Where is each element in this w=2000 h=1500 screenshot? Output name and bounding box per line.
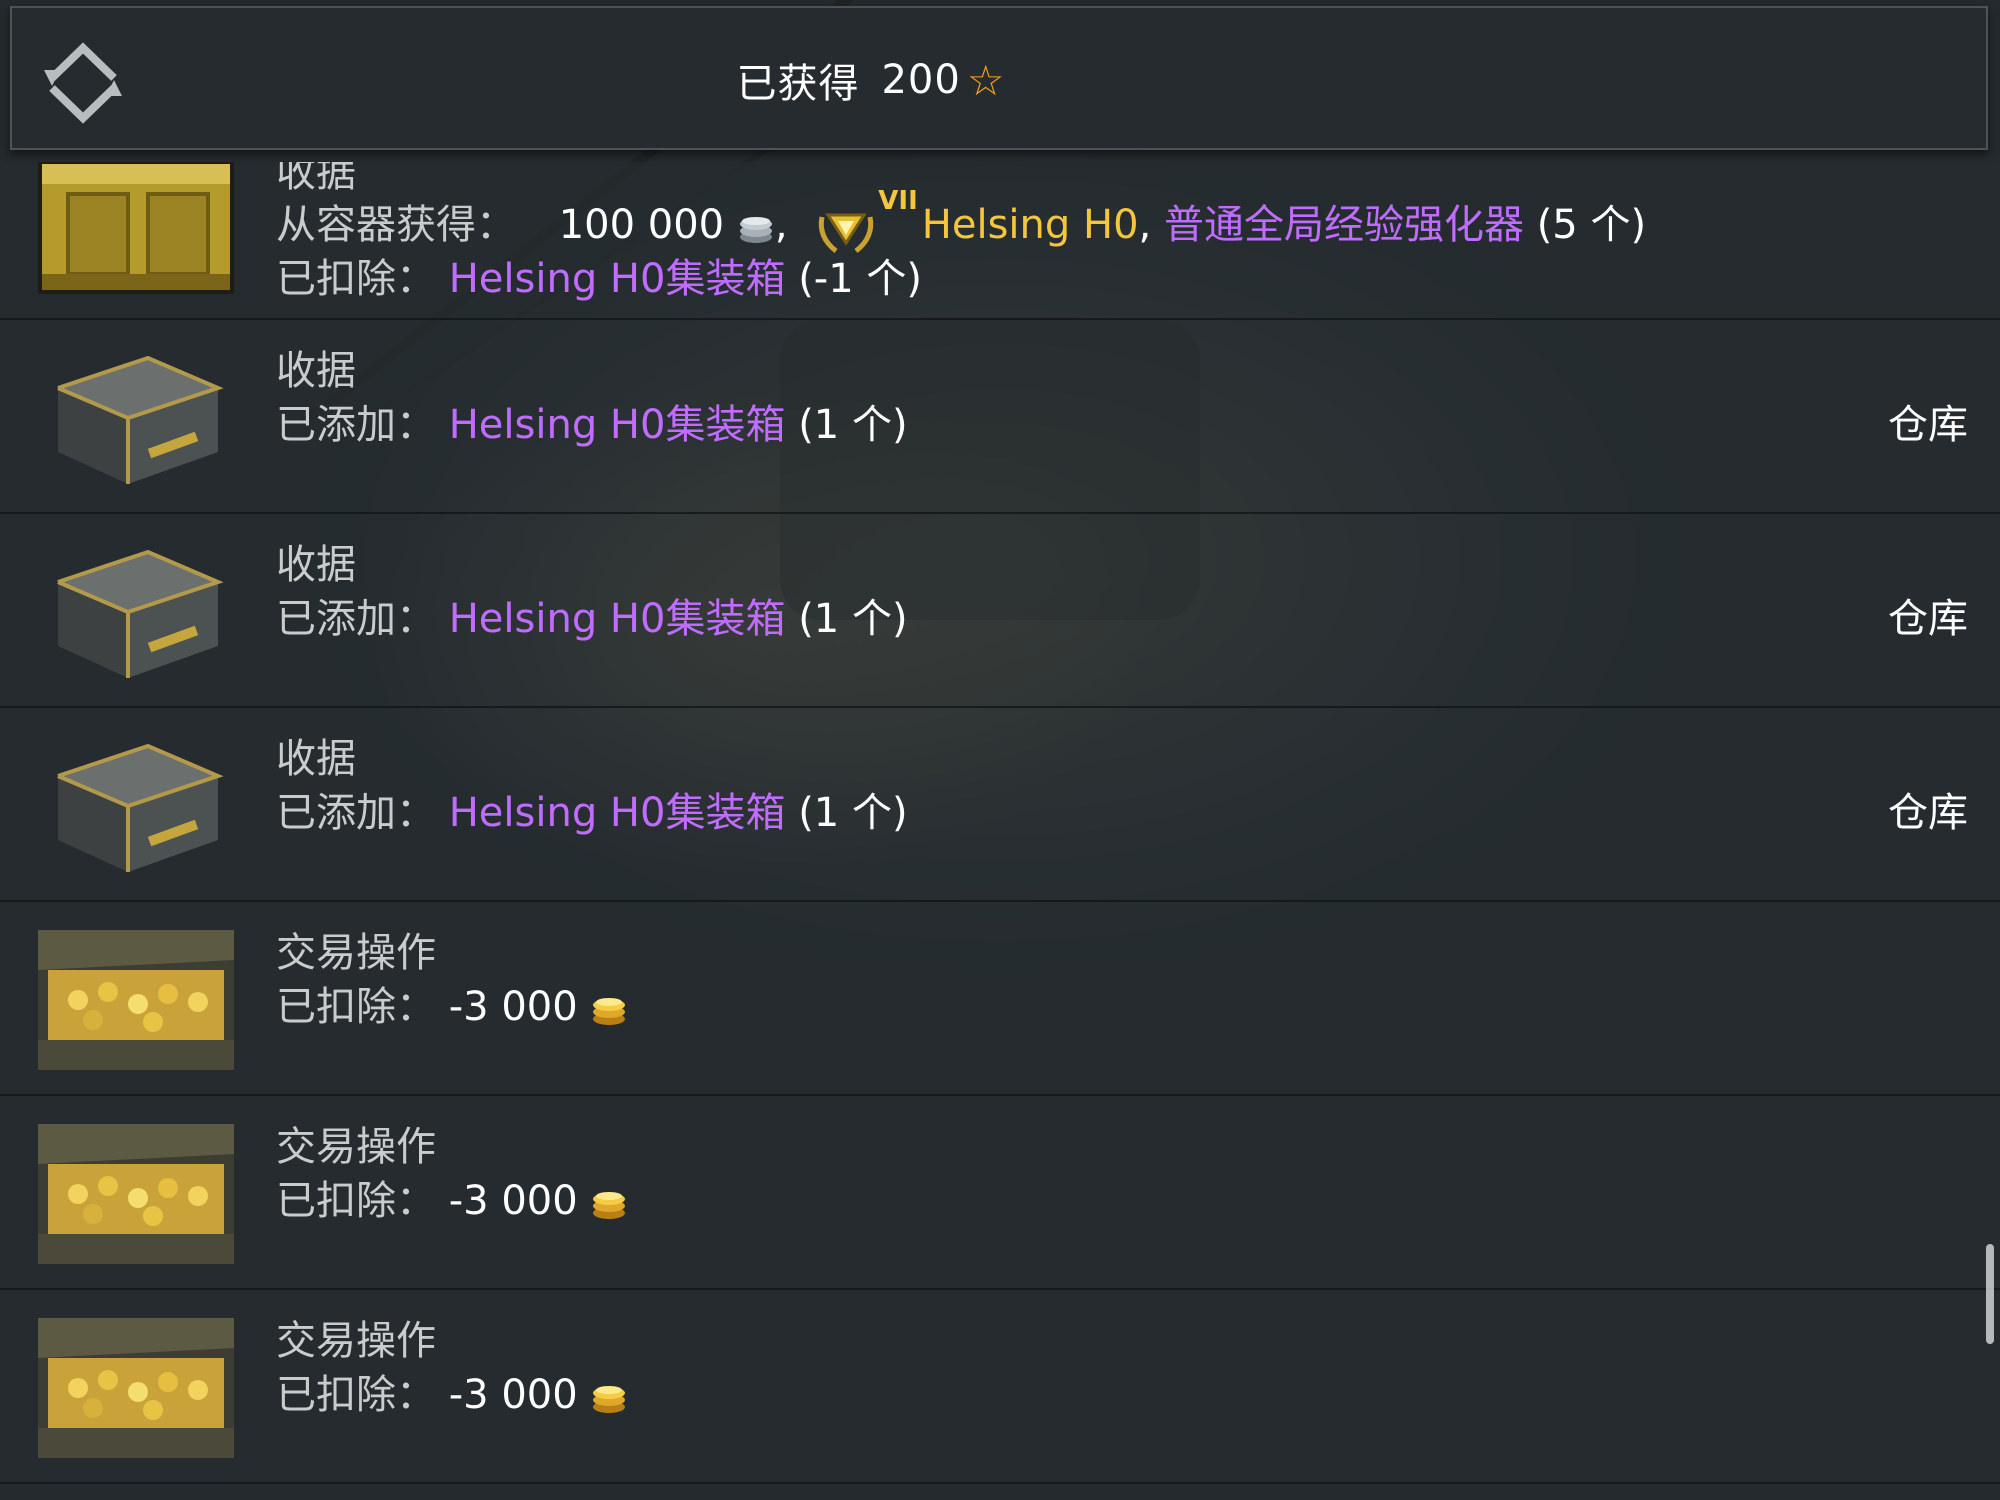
row-deducted-line: 已扣除： -3 000: [276, 974, 628, 1032]
added-label: 已添加：: [276, 790, 436, 836]
gold-amount: -3 000: [448, 1178, 578, 1224]
steel-container-thumbnail: [57, 549, 224, 678]
container-count: (1 个): [798, 402, 908, 448]
earned-value: 200: [881, 57, 961, 103]
silver-coins-icon: [739, 217, 772, 243]
container-name[interactable]: Helsing H0集装箱: [449, 596, 786, 642]
gold-amount: -3 000: [448, 1372, 578, 1418]
booster-name[interactable]: 普通全局经验强化器: [1164, 202, 1524, 248]
container-count: (1 个): [798, 596, 908, 642]
booster-count: (5 个): [1536, 202, 1647, 248]
deducted-label: 已扣除：: [276, 1372, 436, 1418]
container-count: (-1 个): [798, 256, 922, 302]
gold-chest-thumbnail: [38, 930, 234, 1070]
container-name[interactable]: Helsing H0集装箱: [449, 790, 786, 836]
added-label: 已添加：: [276, 402, 436, 448]
row-added-line: 已添加： Helsing H0集装箱 (1 个): [276, 586, 908, 644]
history-row[interactable]: 收据 已添加： Helsing H0集装箱 (1 个) 仓库: [0, 514, 2000, 708]
row-title: 交易操作: [276, 1124, 436, 1170]
history-row[interactable]: 收据 已添加： Helsing H0集装箱 (1 个) 仓库: [0, 708, 2000, 902]
container-name[interactable]: Helsing H0集装箱: [449, 402, 786, 448]
gold-chest-thumbnail: [38, 1318, 234, 1458]
obtained-label: 从容器获得：: [276, 202, 516, 248]
steel-container-thumbnail: [57, 355, 224, 484]
star-icon: ☆: [966, 55, 1006, 105]
deducted-label: 已扣除：: [276, 256, 436, 302]
row-deducted-line: 已扣除： Helsing H0集装箱 (-1 个): [276, 246, 922, 304]
warehouse-link[interactable]: 仓库: [1888, 780, 1968, 838]
warehouse-link[interactable]: 仓库: [1888, 392, 1968, 450]
silver-amount: 100 000: [558, 202, 725, 248]
history-row[interactable]: 交易操作 已扣除： -3 000: [0, 1096, 2000, 1290]
earned-label: 已获得: [736, 61, 860, 107]
history-row[interactable]: 交易操作 已扣除： -3 000: [0, 1290, 2000, 1484]
row-title: 交易操作: [276, 930, 436, 976]
history-list[interactable]: 收据 从容器获得： 100 000 , VIIHelsing H0, 普通全局经…: [0, 162, 2000, 1500]
warehouse-link[interactable]: 仓库: [1888, 586, 1968, 644]
header-bar: 已获得 200 ☆: [10, 6, 1988, 150]
row-deducted-line: 已扣除： -3 000: [276, 1362, 628, 1420]
row-title: 收据: [276, 542, 356, 588]
deducted-label: 已扣除：: [276, 984, 436, 1030]
gold-chest-thumbnail: [38, 1124, 234, 1264]
history-row[interactable]: 交易操作 已扣除： -3 000: [0, 902, 2000, 1096]
history-row[interactable]: 收据 已添加： Helsing H0集装箱 (1 个) 仓库: [0, 320, 2000, 514]
gold-coins-icon: [593, 998, 626, 1025]
row-title: 收据: [276, 736, 356, 782]
row-title: 交易操作: [276, 1318, 436, 1364]
container-name[interactable]: Helsing H0集装箱: [449, 256, 786, 302]
gold-coins-icon: [593, 1386, 626, 1413]
steel-container-thumbnail: [57, 743, 224, 872]
earned-summary: 已获得 200 ☆: [12, 8, 1730, 152]
container-count: (1 个): [798, 790, 908, 836]
gold-amount: -3 000: [448, 984, 578, 1030]
tier-label: VII: [878, 186, 918, 216]
row-added-line: 已添加： Helsing H0集装箱 (1 个): [276, 780, 908, 838]
deducted-label: 已扣除：: [276, 1178, 436, 1224]
gold-container-thumbnail: [38, 162, 234, 294]
scrollbar[interactable]: [1986, 1244, 1994, 1344]
row-added-line: 已添加： Helsing H0集装箱 (1 个): [276, 392, 908, 450]
added-label: 已添加：: [276, 596, 436, 642]
gold-coins-icon: [593, 1192, 626, 1219]
row-deducted-line: 已扣除： -3 000: [276, 1168, 628, 1226]
history-row[interactable]: 收据 从容器获得： 100 000 , VIIHelsing H0, 普通全局经…: [0, 162, 2000, 320]
row-title: 收据: [276, 348, 356, 394]
vehicle-name[interactable]: Helsing H0: [922, 202, 1139, 248]
